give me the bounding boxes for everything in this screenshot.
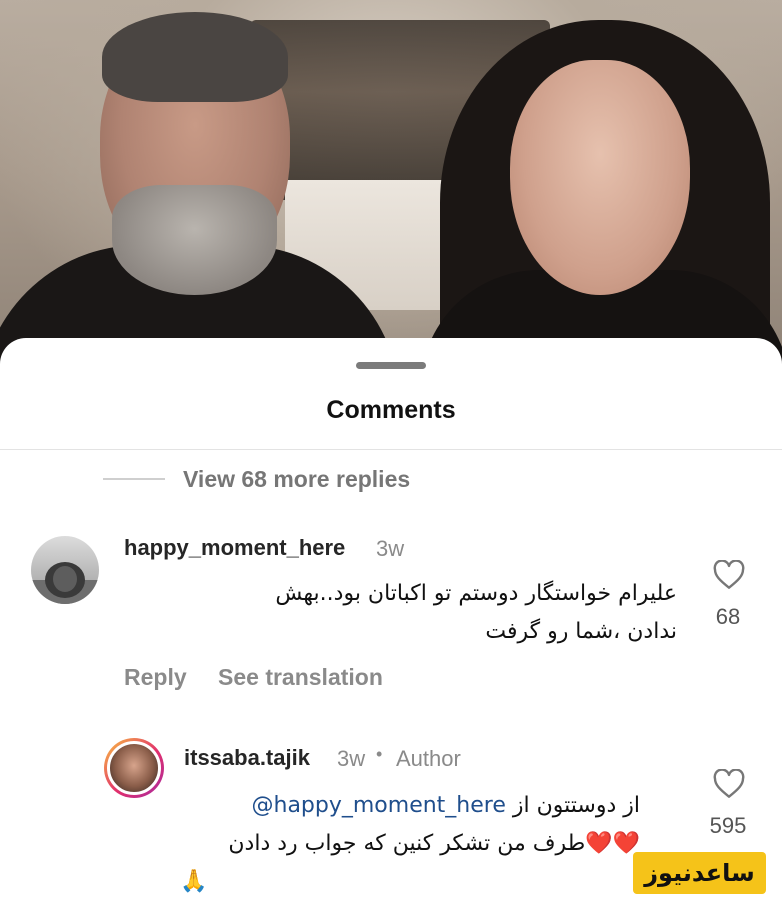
reply-text-line3: 🙏 <box>180 869 208 894</box>
comment-like-count: 68 <box>715 604 741 629</box>
photo-woman-face <box>510 60 690 295</box>
comments-sheet: Comments View 68 more replies happy_mome… <box>0 338 782 911</box>
reply-mention[interactable]: @happy_moment_here <box>252 793 506 818</box>
reply-avatar-image <box>107 741 161 795</box>
heart-outline-icon[interactable] <box>713 769 745 799</box>
reply-time: 3w <box>337 746 366 771</box>
reply-text-line2: ❤️❤️طرف من تشکر کنین که جواب رد دادن <box>228 831 640 856</box>
reply-username[interactable]: itssaba.tajik <box>184 745 310 771</box>
view-more-replies-label: View 68 more replies <box>183 465 411 492</box>
author-badge: Author <box>396 746 461 771</box>
view-more-replies-button[interactable]: View 68 more replies <box>103 464 410 494</box>
comment-text: علیرام خواستگار دوستم تو اکباتان بود..به… <box>140 575 677 651</box>
photo-man-hair <box>102 12 288 102</box>
view-more-line <box>103 478 165 480</box>
comment-time: 3w <box>376 536 405 561</box>
reply-like-count: 595 <box>709 813 747 838</box>
reply-text-line1-suffix: از دوستتون از <box>512 793 640 818</box>
watermark-logo: ساعدنیوز <box>633 852 766 894</box>
avatar[interactable] <box>31 536 99 604</box>
reply-button[interactable]: Reply <box>124 664 187 691</box>
reply-text-line1: از دوستتون از @happy_moment_here <box>180 787 641 825</box>
comment-username[interactable]: happy_moment_here <box>124 535 345 561</box>
drag-handle[interactable] <box>356 362 426 369</box>
reply-text: از دوستتون از @happy_moment_here ❤️❤️طرف… <box>180 787 640 901</box>
reply-avatar[interactable] <box>104 738 164 798</box>
see-translation-button[interactable]: See translation <box>218 664 383 691</box>
comment-text-line2: ندادن ،شما رو گرفت <box>485 619 677 644</box>
avatar-face <box>53 566 77 592</box>
post-photo-background <box>0 0 782 380</box>
comment-text-line1: علیرام خواستگار دوستم تو اکباتان بود..به… <box>275 581 677 606</box>
reply-separator: • <box>376 744 383 764</box>
heart-outline-icon[interactable] <box>713 560 745 590</box>
sheet-title: Comments <box>326 396 456 424</box>
header-divider <box>0 449 782 450</box>
photo-man-beard <box>112 185 277 295</box>
